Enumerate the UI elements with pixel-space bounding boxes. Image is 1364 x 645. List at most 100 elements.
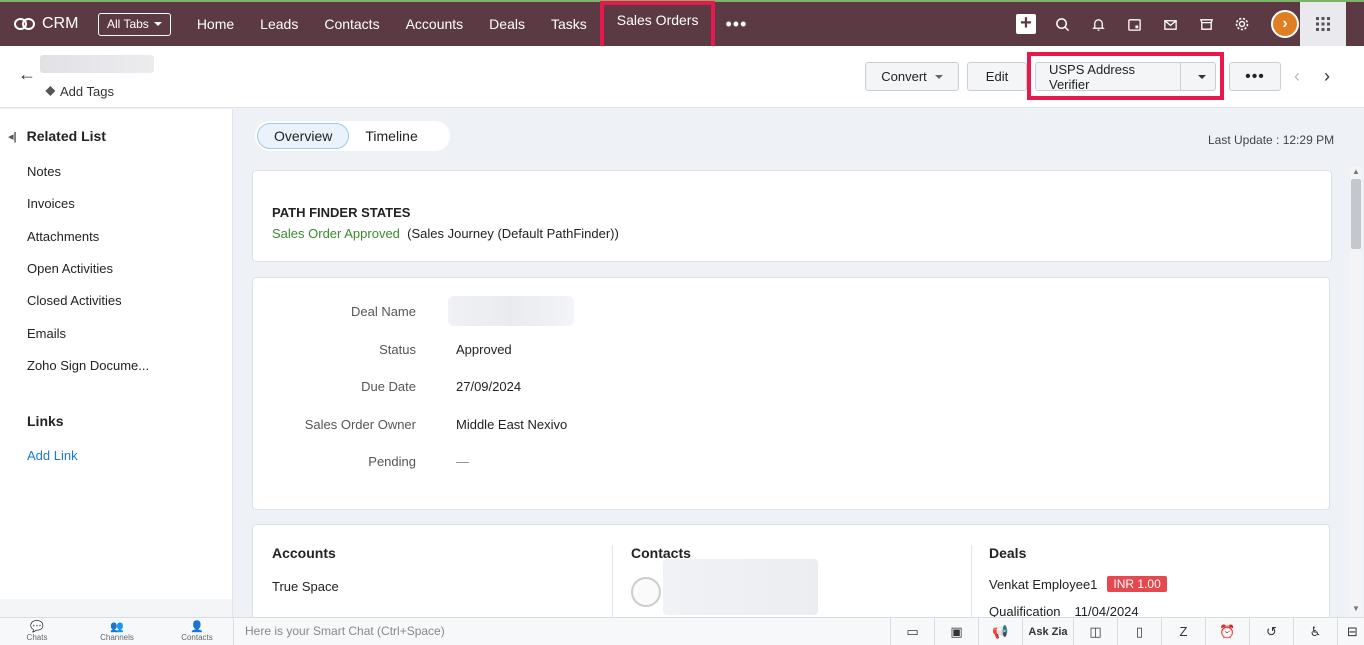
edit-button[interactable]: Edit — [967, 62, 1027, 91]
path-stage: Sales Order Approved — [272, 226, 400, 241]
contacts-app-button[interactable]: 👤 Contacts — [172, 621, 222, 642]
more-actions-button[interactable]: ••• — [1229, 62, 1281, 91]
calendar-icon — [1127, 18, 1141, 31]
related-list-sidebar: ◂| Related List Notes Invoices Attachmen… — [0, 109, 233, 617]
all-tabs-dropdown[interactable]: All Tabs — [98, 12, 171, 36]
search-button[interactable] — [1044, 2, 1080, 46]
usps-address-verifier-button[interactable]: USPS Address Verifier — [1035, 62, 1216, 92]
scrollbar-thumb[interactable] — [1351, 179, 1361, 249]
scroll-down-icon[interactable]: ▼ — [1352, 604, 1360, 613]
meeting-icon[interactable]: ▣ — [934, 618, 978, 645]
crm-logo[interactable]: CRM — [14, 15, 94, 33]
add-link-button[interactable]: Add Link — [27, 448, 78, 463]
brand-name: CRM — [42, 15, 79, 32]
usps-dropdown-toggle[interactable] — [1189, 74, 1215, 79]
more-tabs-button[interactable]: ••• — [715, 14, 757, 35]
scroll-up-icon[interactable]: ▲ — [1352, 167, 1360, 176]
convert-label: Convert — [881, 69, 927, 84]
related-list-heading: ◂| Related List — [8, 128, 106, 144]
details-card: Deal Name Status Approved Due Date 27/09… — [252, 277, 1330, 510]
all-tabs-label: All Tabs — [107, 17, 149, 31]
bell-icon — [1091, 18, 1105, 31]
tab-home[interactable]: Home — [184, 2, 247, 46]
next-record-icon[interactable]: › — [1324, 66, 1330, 87]
sidebar-item-zoho-sign[interactable]: Zoho Sign Docume... — [27, 358, 149, 373]
deal-link[interactable]: Venkat Employee1 — [989, 577, 1097, 592]
settings-button[interactable] — [1224, 2, 1260, 46]
path-journey: (Sales Journey (Default PathFinder)) — [407, 226, 619, 241]
gear-icon — [1235, 17, 1249, 31]
mail-button[interactable] — [1152, 2, 1188, 46]
field-value-status[interactable]: Approved — [456, 342, 512, 357]
sidebar-item-notes[interactable]: Notes — [27, 164, 61, 179]
tab-accounts[interactable]: Accounts — [393, 2, 477, 46]
back-arrow-icon[interactable]: ← — [18, 64, 36, 85]
marketplace-button[interactable] — [1188, 2, 1224, 46]
chats-button[interactable]: 💬 Chats — [12, 621, 62, 642]
sidebar-item-attachments[interactable]: Attachments — [27, 229, 99, 244]
deals-heading: Deals — [989, 545, 1027, 561]
account-link[interactable]: True Space — [272, 579, 339, 594]
smart-chat-input[interactable]: Here is your Smart Chat (Ctrl+Space) — [233, 618, 890, 645]
calendar-button[interactable] — [1116, 2, 1152, 46]
zoho-logo-icon — [14, 17, 36, 31]
accessibility-icon[interactable]: ♿ — [1293, 618, 1337, 645]
accounts-column: Accounts True Space — [272, 545, 339, 594]
settings-small-icon[interactable]: ⊟ — [1337, 618, 1364, 645]
record-title-redacted — [40, 55, 154, 73]
apps-grid-button[interactable] — [1300, 2, 1346, 46]
usps-label: USPS Address Verifier — [1036, 62, 1182, 92]
chart-icon[interactable]: ◫ — [1073, 618, 1117, 645]
person-icon: 👤 — [190, 621, 204, 633]
mail-icon — [1163, 19, 1177, 30]
sidebar-item-closed-activities[interactable]: Closed Activities — [27, 293, 122, 308]
tab-deals[interactable]: Deals — [476, 2, 538, 46]
create-button[interactable]: + — [1008, 2, 1044, 46]
column-divider — [612, 545, 613, 625]
field-label-pending: Pending — [368, 454, 416, 469]
collapse-sidebar-icon[interactable]: ◂| — [8, 130, 17, 143]
group-icon: 👥 — [110, 621, 124, 633]
tag-icon: ◆ — [44, 86, 59, 96]
bottom-tools: ▭ ▣ 📢 Ask Zia ◫ ▯ Z ⏰ ↺ ♿ ⊟ — [890, 618, 1364, 645]
zia-icon[interactable]: Z — [1161, 618, 1205, 645]
related-list-label: Related List — [26, 128, 106, 144]
chat-bubble-icon: 💬 — [30, 621, 44, 633]
sidebar-item-emails[interactable]: Emails — [27, 326, 66, 341]
sidebar-item-open-activities[interactable]: Open Activities — [27, 261, 113, 276]
ask-zia-button[interactable]: Ask Zia — [1022, 618, 1073, 645]
tab-tasks[interactable]: Tasks — [538, 2, 600, 46]
tab-overview[interactable]: Overview — [257, 123, 350, 149]
apps-grid-icon — [1316, 17, 1330, 31]
channels-button[interactable]: 👥 Channels — [92, 621, 142, 642]
add-tags-label: Add Tags — [60, 83, 114, 99]
history-icon[interactable]: ↺ — [1249, 618, 1293, 645]
view-tabs: Overview Timeline — [255, 121, 450, 151]
screen-share-icon[interactable]: ▭ — [890, 618, 934, 645]
store-icon — [1199, 18, 1213, 30]
tab-timeline[interactable]: Timeline — [349, 123, 433, 149]
avatar: › — [1271, 10, 1299, 38]
path-finder-card: PATH FINDER STATES Sales Order Approved … — [252, 170, 1332, 262]
field-value-due-date[interactable]: 27/09/2024 — [456, 379, 521, 394]
tab-leads[interactable]: Leads — [247, 2, 311, 46]
notifications-button[interactable] — [1080, 2, 1116, 46]
chevron-down-icon — [153, 22, 162, 26]
plus-icon: + — [1016, 13, 1036, 34]
add-tags-button[interactable]: ◆ Add Tags — [44, 83, 114, 99]
links-heading: Links — [27, 413, 64, 429]
related-records-card: Accounts True Space Contacts Deals Venka… — [252, 524, 1330, 625]
previous-record-icon[interactable]: ‹ — [1294, 66, 1300, 87]
field-value-pending[interactable]: — — [456, 454, 469, 469]
chevron-down-icon — [934, 74, 943, 79]
device-icon[interactable]: ▯ — [1117, 618, 1161, 645]
sidebar-item-invoices[interactable]: Invoices — [27, 196, 75, 211]
field-value-owner[interactable]: Middle East Nexivo — [456, 417, 567, 432]
page-scrollbar[interactable]: ▲ ▼ — [1350, 167, 1362, 617]
nav-icon-group: + › — [1008, 2, 1310, 46]
alarm-icon[interactable]: ⏰ — [1205, 618, 1249, 645]
tab-contacts[interactable]: Contacts — [311, 2, 392, 46]
sidebar-footer — [0, 599, 232, 617]
convert-button[interactable]: Convert — [865, 62, 959, 91]
megaphone-icon[interactable]: 📢 — [978, 618, 1022, 645]
